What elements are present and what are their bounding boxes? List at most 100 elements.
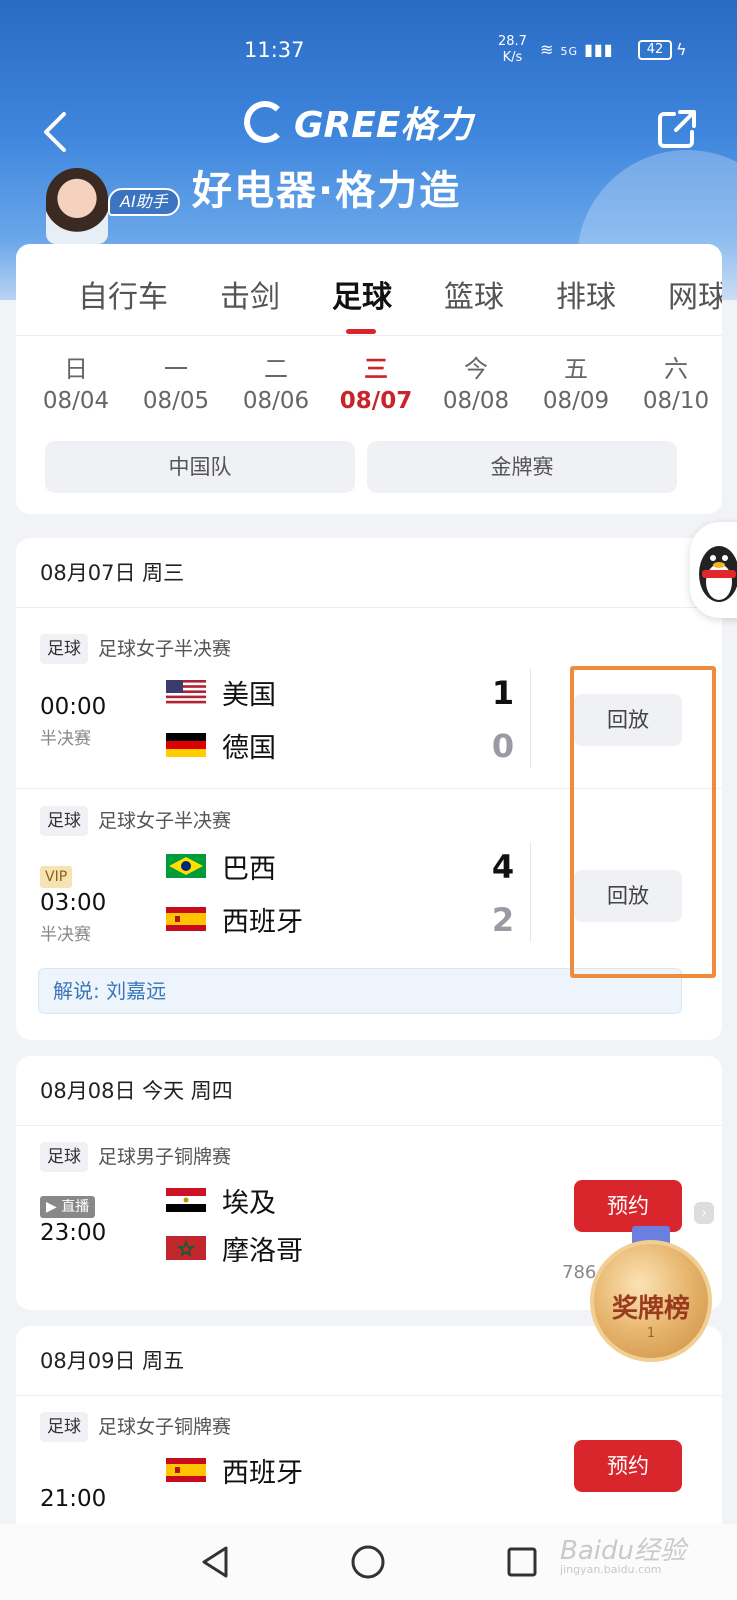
share-icon[interactable]	[656, 108, 698, 150]
brand-slogan: 好电器·格力造	[192, 168, 462, 214]
speed-unit: K/s	[502, 50, 523, 65]
date-value: 08/10	[642, 388, 710, 414]
signal-label: 5G	[560, 45, 579, 58]
brand-logo: GREE格力	[244, 100, 504, 146]
active-tab-indicator	[346, 329, 376, 334]
replay-button[interactable]: 回放	[574, 870, 682, 922]
chevron-right-icon[interactable]: ›	[694, 1202, 714, 1224]
baidu-watermark: Baidu经验 jingyan.baidu.com	[560, 1530, 686, 1576]
medal-table-button[interactable]: 奖牌榜 1	[590, 1226, 712, 1362]
match-stage: 半决赛	[40, 925, 91, 945]
team-row: 德国	[166, 725, 276, 765]
date-item[interactable]: 一 08/05	[136, 354, 216, 418]
nav-recents-icon[interactable]	[502, 1542, 542, 1582]
team-row: 摩洛哥	[166, 1228, 303, 1268]
match-stage: 半决赛	[40, 729, 91, 749]
date-selector: 日 08/04 一 08/05 二 08/06 三 08/07 今 08/08 …	[16, 354, 722, 424]
team-name: 巴西	[222, 853, 276, 885]
signal-icon: ≋ 5G ▮▮▮	[540, 40, 614, 59]
qq-penguin-float-button[interactable]	[690, 522, 737, 618]
tab-fencing[interactable]: 击剑	[220, 272, 280, 316]
date-weekday: 六	[664, 355, 688, 383]
egypt-flag-icon	[166, 1188, 206, 1212]
team-row: 巴西	[166, 846, 276, 886]
team-score: 0	[491, 727, 515, 765]
match-item[interactable]: 足球 足球女子半决赛 00:00 半决赛 美国 1 德国 0 回放	[16, 608, 722, 788]
team-row: 埃及	[166, 1180, 276, 1220]
watermark-text: Baidu经验	[560, 1536, 686, 1566]
speed-value: 28.7	[498, 34, 527, 49]
date-weekday: 日	[64, 355, 88, 383]
team-row: 美国	[166, 672, 276, 712]
replay-button[interactable]: 回放	[574, 694, 682, 746]
team-score: 4	[491, 848, 515, 886]
live-badge: ▶ 直播	[40, 1196, 96, 1218]
tab-cycling[interactable]: 自行车	[78, 272, 168, 316]
brazil-flag-icon	[166, 854, 206, 878]
date-weekday: 五	[564, 355, 588, 383]
date-item[interactable]: 今 08/08	[436, 354, 516, 418]
back-arrow-icon[interactable]	[40, 110, 70, 154]
date-weekday: 今	[464, 355, 488, 383]
score-divider	[530, 842, 531, 942]
date-item-selected[interactable]: 三 08/07	[336, 354, 416, 418]
medal-table-label: 奖牌榜	[611, 1294, 690, 1324]
schedule-filter-card: 自行车 击剑 足球 篮球 排球 网球 日 08/04 一 08/05 二 08/…	[16, 244, 722, 514]
date-item[interactable]: 日 08/04	[36, 354, 116, 418]
nav-back-icon[interactable]	[196, 1542, 236, 1582]
match-time: 23:00	[40, 1220, 107, 1246]
date-value: 08/08	[442, 388, 510, 414]
team-name: 摩洛哥	[222, 1235, 303, 1267]
date-item[interactable]: 二 08/06	[236, 354, 316, 418]
sport-badge: 足球	[40, 806, 88, 836]
sport-badge: 足球	[40, 1142, 88, 1172]
match-time: 00:00	[40, 694, 107, 720]
date-value: 08/06	[242, 388, 310, 414]
morocco-flag-icon	[166, 1236, 206, 1260]
team-name: 美国	[222, 679, 276, 711]
tab-volleyball[interactable]: 排球	[556, 272, 616, 316]
day-title: 08月08日 今天 周四	[16, 1056, 722, 1126]
battery-icon: 42	[638, 40, 672, 60]
team-name: 德国	[222, 732, 276, 764]
date-weekday: 二	[264, 355, 288, 383]
spain-flag-icon	[166, 907, 206, 931]
date-item[interactable]: 六 08/10	[636, 354, 716, 418]
match-item[interactable]: 足球 足球女子半决赛 VIP 03:00 半决赛 巴西 4 西班牙 2 回放	[16, 788, 722, 968]
nav-home-icon[interactable]	[348, 1542, 388, 1582]
penguin-icon	[699, 546, 737, 602]
tab-tennis[interactable]: 网球	[668, 272, 722, 316]
team-row: 西班牙	[166, 1450, 303, 1490]
brand-text: GREE格力	[294, 105, 473, 146]
sport-tab-bar: 自行车 击剑 足球 篮球 排球 网球	[16, 244, 722, 336]
vip-badge: VIP	[40, 866, 73, 888]
status-bar: 11:37 28.7 K/s ≋ 5G ▮▮▮ 42 ϟ	[0, 34, 737, 66]
status-time: 11:37	[244, 38, 305, 62]
tab-basketball[interactable]: 篮球	[444, 272, 504, 316]
team-score: 2	[491, 901, 515, 939]
ai-assistant-avatar[interactable]	[46, 168, 108, 244]
filter-gold-medal[interactable]: 金牌赛	[367, 441, 677, 493]
network-speed: 28.7 K/s	[498, 34, 527, 66]
team-name: 西班牙	[222, 1457, 303, 1489]
medal-rank: 1	[646, 1326, 656, 1341]
day-title: 08月07日 周三	[16, 538, 722, 608]
score-divider	[530, 668, 531, 768]
commentary-bar[interactable]: 解说: 刘嘉远	[38, 968, 682, 1014]
date-item[interactable]: 五 08/09	[536, 354, 616, 418]
ai-assistant-tag[interactable]: AI助手	[108, 188, 180, 216]
team-name: 埃及	[222, 1187, 276, 1219]
team-row: 西班牙	[166, 899, 303, 939]
reserve-button[interactable]: 预约	[574, 1180, 682, 1232]
date-value: 08/05	[142, 388, 210, 414]
event-name: 足球女子半决赛	[98, 638, 232, 660]
date-value: 08/07	[339, 388, 413, 414]
reserve-button[interactable]: 预约	[574, 1440, 682, 1492]
team-score: 1	[491, 674, 515, 712]
match-time: 21:00	[40, 1486, 107, 1512]
charging-icon: ϟ	[676, 40, 687, 59]
date-value: 08/09	[542, 388, 610, 414]
event-name: 足球男子铜牌赛	[98, 1146, 232, 1168]
tab-football[interactable]: 足球	[332, 272, 392, 316]
filter-china-team[interactable]: 中国队	[45, 441, 355, 493]
